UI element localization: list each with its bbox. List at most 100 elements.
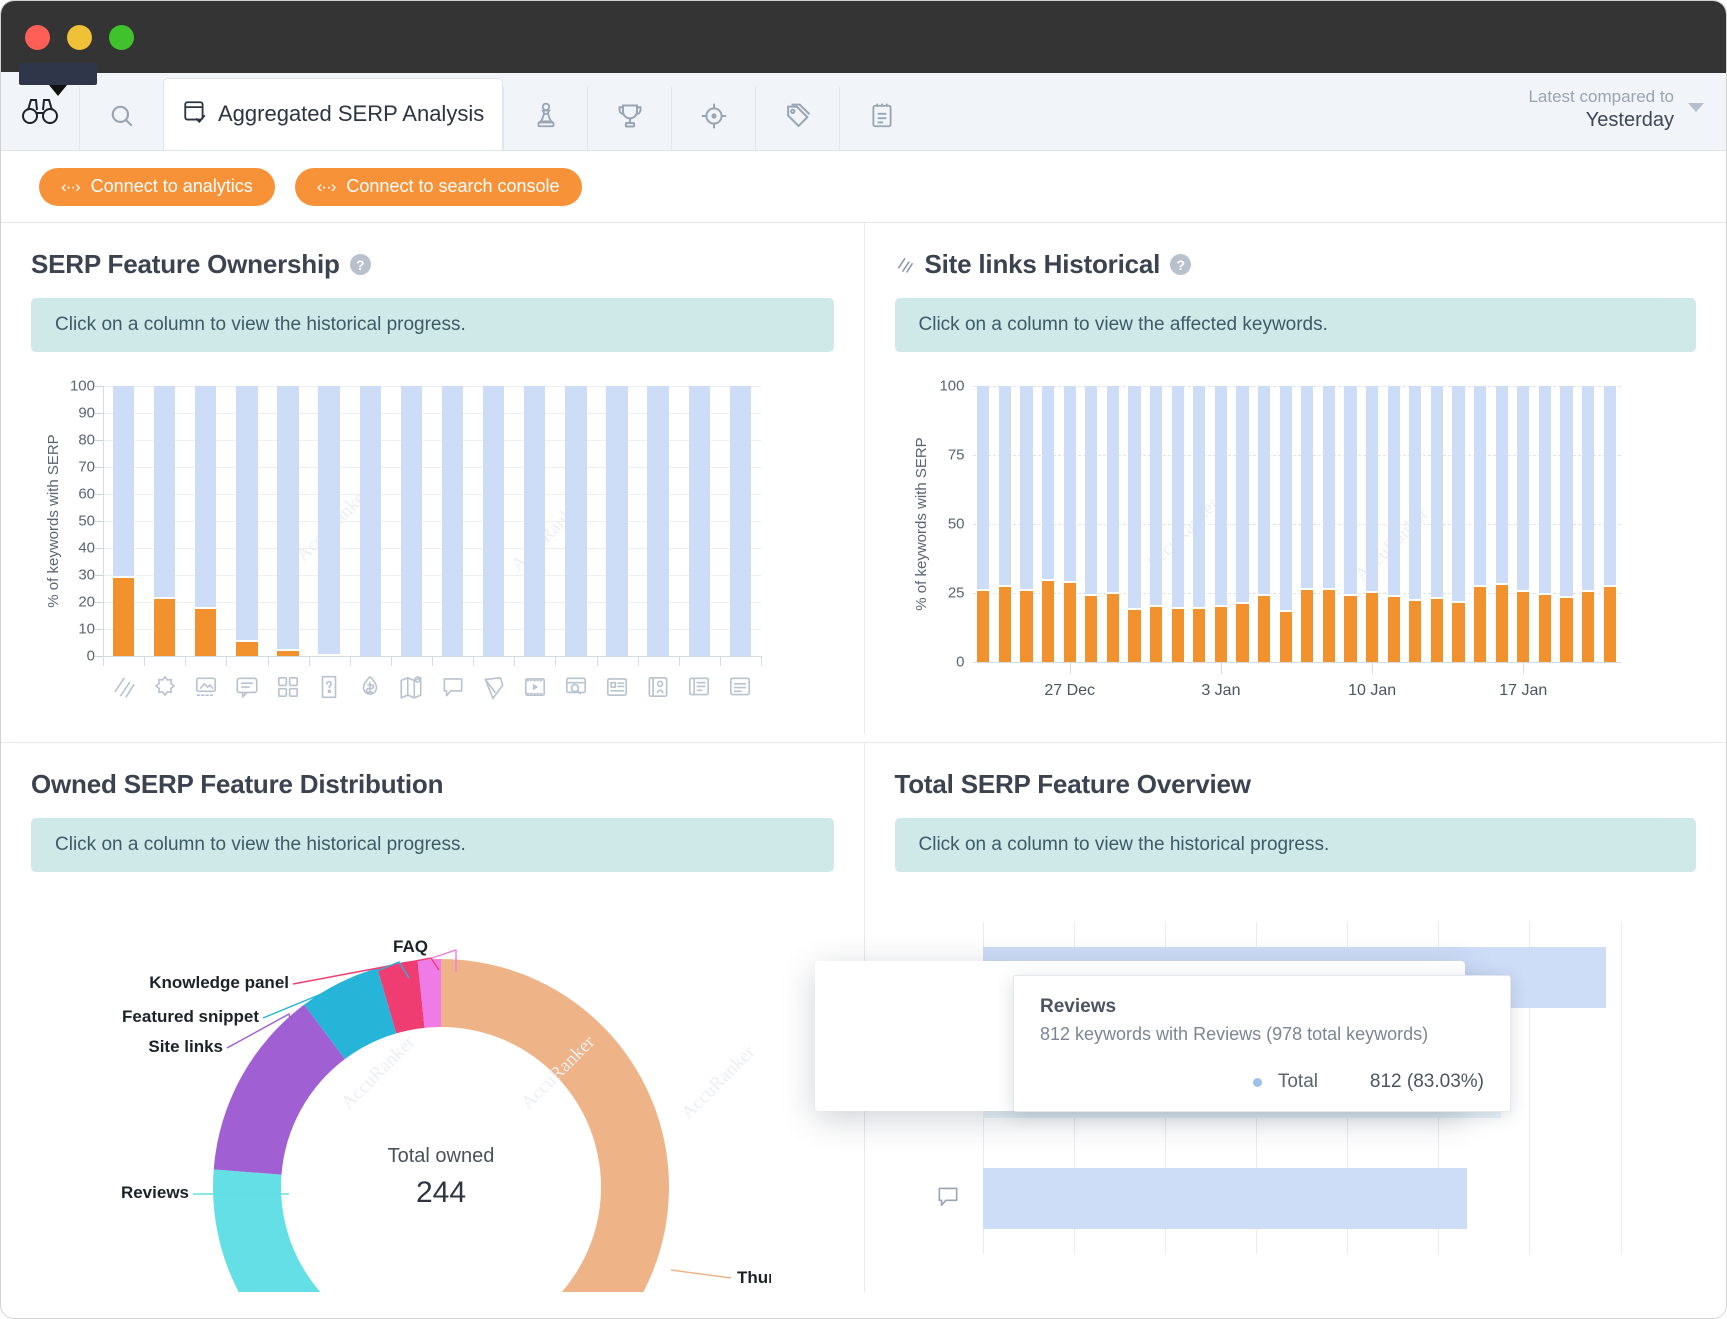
- window-maximize-button[interactable]: [109, 25, 134, 50]
- bar-column[interactable]: [1604, 386, 1616, 662]
- bar-column[interactable]: [1301, 386, 1313, 662]
- bar-column[interactable]: [1496, 386, 1508, 662]
- donut-slice[interactable]: [441, 959, 669, 1292]
- bar-column[interactable]: [1323, 386, 1335, 662]
- bar-segment-site-links: [1020, 589, 1032, 662]
- x-axis-news-icon[interactable]: [686, 674, 712, 705]
- bar-column[interactable]: [1560, 386, 1572, 662]
- bar-column[interactable]: [1107, 386, 1119, 662]
- chart-serp-feature-ownership[interactable]: % of keywords with SERP01020304050607080…: [31, 374, 834, 734]
- window-minimize-button[interactable]: [67, 25, 92, 50]
- x-tick-line: [555, 656, 556, 666]
- x-axis-site-links-icon[interactable]: [111, 674, 137, 705]
- bar-column[interactable]: [277, 386, 298, 656]
- tick-mark: [95, 602, 103, 603]
- bar-column[interactable]: [1474, 386, 1486, 662]
- bar-column[interactable]: [1064, 386, 1076, 662]
- x-axis-ads-icon[interactable]: [727, 674, 753, 705]
- bar-column[interactable]: [154, 386, 175, 656]
- bar-column[interactable]: [1539, 386, 1551, 662]
- bar-column[interactable]: [1128, 386, 1140, 662]
- bar-column[interactable]: [977, 386, 989, 662]
- tab-tags[interactable]: [755, 87, 839, 150]
- h-bar[interactable]: [983, 1168, 1468, 1229]
- panel-title-serp-feature-ownership: SERP Feature Ownership ?: [31, 249, 834, 280]
- bar-column[interactable]: [1517, 386, 1529, 662]
- bar-column[interactable]: [730, 386, 751, 656]
- bar-segment-site-links: [1172, 607, 1184, 662]
- bar-column[interactable]: [1258, 386, 1270, 662]
- info-banner-site-links-historical: Click on a column to view the affected k…: [895, 298, 1697, 352]
- panel-title-text: Site links Historical: [925, 249, 1161, 280]
- bar-column[interactable]: [1020, 386, 1032, 662]
- bar-column[interactable]: [113, 386, 134, 656]
- connect-to-analytics-button[interactable]: ‹··› Connect to analytics: [39, 168, 275, 206]
- bar-column[interactable]: [1085, 386, 1097, 662]
- bar-column[interactable]: [524, 386, 545, 656]
- tab-trophy[interactable]: [587, 87, 671, 150]
- bar-column[interactable]: [1280, 386, 1292, 662]
- tab-chess[interactable]: [503, 87, 587, 150]
- x-axis-shopping-icon[interactable]: [357, 674, 383, 705]
- bar-column[interactable]: [1431, 386, 1443, 662]
- bar-column[interactable]: [1582, 386, 1594, 662]
- x-axis-video-icon[interactable]: [522, 674, 548, 705]
- x-axis-related-search-icon[interactable]: [563, 674, 589, 705]
- bar-segment-site-links: [977, 589, 989, 662]
- x-axis-carousel-icon[interactable]: [275, 674, 301, 705]
- bar-segment-site-links: [1452, 601, 1464, 662]
- bar-column[interactable]: [1344, 386, 1356, 662]
- tab-notepad[interactable]: [839, 87, 923, 150]
- donut-chart-svg[interactable]: FAQKnowledge panelFeatured snippetSite l…: [31, 892, 771, 1292]
- help-icon[interactable]: ?: [1170, 254, 1191, 275]
- bar-column[interactable]: [1042, 386, 1054, 662]
- chart-site-links-historical[interactable]: % of keywords with SERP0255075100AccuRan…: [895, 374, 1697, 734]
- x-axis-faq-icon[interactable]: [316, 674, 342, 705]
- bar-column[interactable]: [1366, 386, 1378, 662]
- bar-column[interactable]: [195, 386, 216, 656]
- tab-target[interactable]: [671, 87, 755, 150]
- chart-owned-serp-feature-distribution[interactable]: FAQKnowledge panelFeatured snippetSite l…: [31, 892, 834, 1292]
- bar-column[interactable]: [1150, 386, 1162, 662]
- y-axis-comment-icon[interactable]: [935, 1183, 961, 1214]
- bar-segment-owned: [113, 576, 134, 656]
- bar-column[interactable]: [236, 386, 257, 656]
- bar-column[interactable]: [1193, 386, 1205, 662]
- bar-column[interactable]: [1388, 386, 1400, 662]
- x-axis-featured-snippet-icon[interactable]: [152, 674, 178, 705]
- x-axis-maps-icon[interactable]: [398, 674, 424, 705]
- bar-column[interactable]: [606, 386, 627, 656]
- x-axis-list-icon[interactable]: [604, 674, 630, 705]
- bar-column[interactable]: [565, 386, 586, 656]
- x-axis-reviews-icon[interactable]: [234, 674, 260, 705]
- x-axis-comment-icon[interactable]: [440, 674, 466, 705]
- tab-aggregated-serp-analysis[interactable]: Aggregated SERP Analysis: [163, 78, 503, 150]
- window-close-button[interactable]: [25, 25, 50, 50]
- tick-mark: [95, 413, 103, 414]
- bar-column[interactable]: [1215, 386, 1227, 662]
- connect-to-search-console-button[interactable]: ‹··› Connect to search console: [295, 168, 582, 206]
- bar-column[interactable]: [1236, 386, 1248, 662]
- bar-segment-site-links: [1539, 593, 1551, 662]
- tooltip-series-label: Total: [1278, 1071, 1318, 1093]
- x-axis-thumbnails-icon[interactable]: [193, 674, 219, 705]
- bar-column[interactable]: [999, 386, 1011, 662]
- tab-search[interactable]: [79, 87, 163, 150]
- bar-column[interactable]: [1409, 386, 1421, 662]
- bar-segment-total: [318, 386, 339, 656]
- bar-column[interactable]: [1172, 386, 1184, 662]
- y-axis-tick: 75: [925, 447, 965, 464]
- bar-column[interactable]: [442, 386, 463, 656]
- x-axis-knowledge-panel-icon[interactable]: [481, 674, 507, 705]
- x-axis-local-pack-icon[interactable]: [645, 674, 671, 705]
- bar-column[interactable]: [1452, 386, 1464, 662]
- compare-selector[interactable]: Latest compared to Yesterday: [1528, 86, 1726, 150]
- help-icon[interactable]: ?: [350, 254, 371, 275]
- bar-column[interactable]: [483, 386, 504, 656]
- bar-column[interactable]: [689, 386, 710, 656]
- bar-column[interactable]: [647, 386, 668, 656]
- bar-column[interactable]: [401, 386, 422, 656]
- bar-column[interactable]: [360, 386, 381, 656]
- chevron-down-icon[interactable]: [1688, 103, 1704, 112]
- bar-column[interactable]: [318, 386, 339, 656]
